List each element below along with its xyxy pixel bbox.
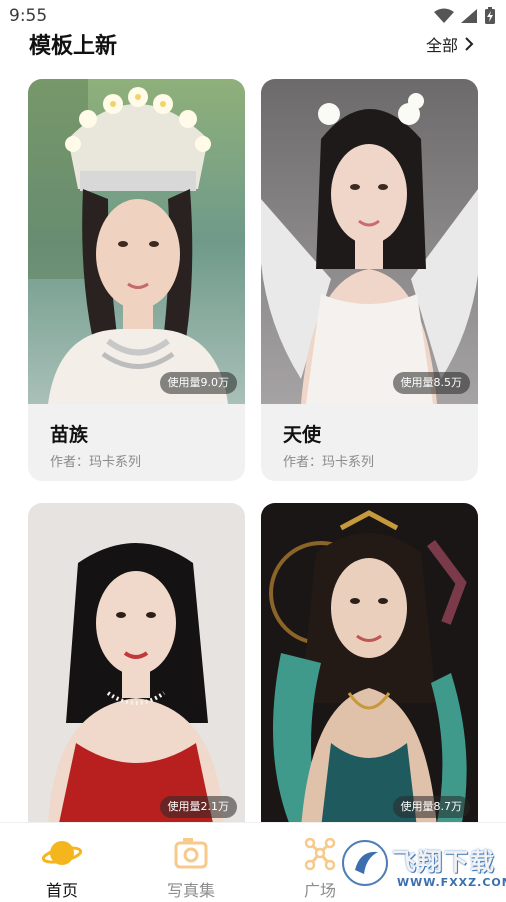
portrait-angel-wings xyxy=(261,79,478,404)
usage-badge: 使用量8.5万 xyxy=(392,372,470,394)
card-image: 使用量9.0万 xyxy=(28,79,245,404)
template-card[interactable]: 使用量2.1万 xyxy=(28,503,245,843)
view-all-label: 全部 xyxy=(425,36,458,55)
chevron-right-icon xyxy=(465,37,474,51)
tab-photo-album[interactable]: 写真集 xyxy=(141,829,241,900)
status-icons xyxy=(434,7,496,25)
watermark: 飞翔下载 WWW.FXXZ.COM xyxy=(336,836,506,892)
battery-charging-icon xyxy=(485,7,495,24)
status-time: 9:55 xyxy=(9,6,48,26)
signal-icon xyxy=(461,9,477,23)
template-card[interactable]: 使用量8.7万 xyxy=(261,503,478,843)
card-author: 作者：玛卡系列 xyxy=(50,455,142,470)
card-author: 作者：玛卡系列 xyxy=(283,455,375,470)
card-title: 天使 xyxy=(283,424,322,446)
wifi-icon xyxy=(434,8,454,23)
portrait-red-dress xyxy=(28,503,245,828)
card-image: 使用量2.1万 xyxy=(28,503,245,828)
camera-icon xyxy=(174,838,208,869)
usage-badge: 使用量8.7万 xyxy=(392,796,470,818)
template-card[interactable]: 使用量8.5万 天使 作者：玛卡系列 xyxy=(261,79,478,481)
card-title: 苗族 xyxy=(50,424,89,446)
card-info: 天使 作者：玛卡系列 xyxy=(261,404,478,481)
section-title: 模板上新 xyxy=(29,34,118,59)
planet-icon xyxy=(42,841,82,865)
watermark-text: 飞翔下载 xyxy=(392,848,496,876)
view-all-link[interactable]: 全部 xyxy=(426,32,474,56)
watermark-logo-icon xyxy=(342,840,388,886)
tab-label: 写真集 xyxy=(166,881,215,900)
network-icon xyxy=(304,837,336,871)
portrait-miao-headdress xyxy=(28,79,245,404)
tab-label: 首页 xyxy=(45,881,78,900)
section-header: 模板上新 全部 xyxy=(0,26,506,60)
card-image: 使用量8.5万 xyxy=(261,79,478,404)
template-card[interactable]: 使用量9.0万 苗族 作者：玛卡系列 xyxy=(28,79,245,481)
usage-badge: 使用量2.1万 xyxy=(159,796,237,818)
portrait-fantasy-teal xyxy=(261,503,478,828)
usage-badge: 使用量9.0万 xyxy=(159,372,237,394)
card-image: 使用量8.7万 xyxy=(261,503,478,828)
watermark-url: WWW.FXXZ.COM xyxy=(394,876,506,889)
card-info: 苗族 作者：玛卡系列 xyxy=(28,404,245,481)
tab-home[interactable]: 首页 xyxy=(12,829,112,900)
